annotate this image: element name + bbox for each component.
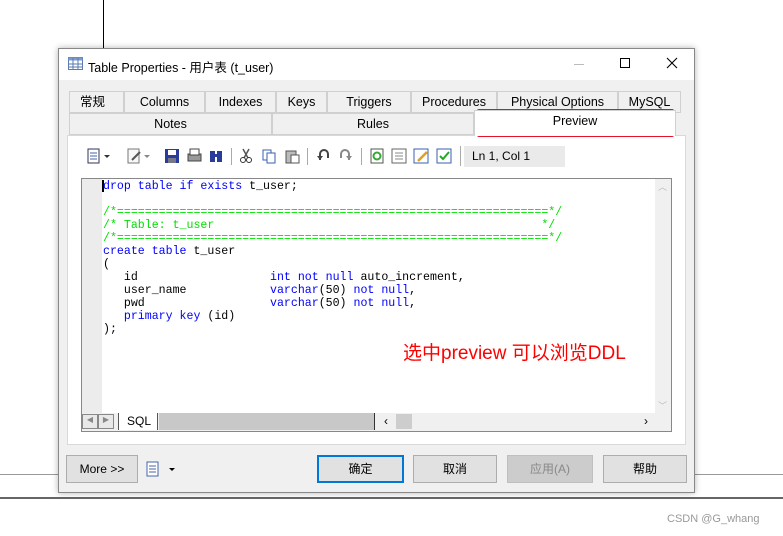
toolbar-separator bbox=[307, 148, 308, 165]
code-line: /*======================================… bbox=[103, 206, 562, 219]
tab-triggers[interactable]: Triggers bbox=[327, 91, 411, 113]
sql-text: ); bbox=[103, 323, 117, 336]
table-icon bbox=[68, 57, 83, 70]
code-line: id int not null auto_increment, bbox=[103, 271, 562, 284]
code-line: create table t_user bbox=[103, 245, 562, 258]
sql-text: (50) bbox=[318, 297, 354, 310]
background-divider bbox=[0, 497, 783, 499]
preview-options-icon bbox=[146, 461, 175, 477]
scroll-down-icon[interactable]: ﹀ bbox=[658, 399, 667, 412]
tab-indexes[interactable]: Indexes bbox=[205, 91, 276, 113]
code-line: primary key (id) bbox=[103, 310, 562, 323]
watermark: CSDN @G_whang bbox=[667, 513, 760, 525]
sql-comment: /*======================================… bbox=[103, 206, 563, 219]
vertical-scrollbar[interactable]: ︿ ﹀ bbox=[655, 179, 671, 413]
undo-icon[interactable] bbox=[315, 148, 331, 164]
preview-options-dropdown[interactable] bbox=[86, 148, 116, 164]
options-dropdown[interactable] bbox=[145, 461, 177, 477]
editor-bottom-bar: ◀ ▶ SQL ‹ › bbox=[82, 413, 671, 431]
scroll-up-icon[interactable]: ︿ bbox=[658, 180, 667, 193]
sql-text: t_user bbox=[193, 245, 236, 258]
toolbar-separator bbox=[231, 148, 232, 165]
sheet-tab-sql[interactable]: SQL bbox=[118, 413, 158, 430]
sql-text: ( bbox=[103, 258, 110, 271]
help-button[interactable]: 帮助 bbox=[603, 455, 687, 483]
sql-keyword: not null bbox=[353, 297, 410, 310]
sql-text: t_user; bbox=[249, 180, 298, 193]
sql-keyword: drop table if exists bbox=[103, 180, 243, 193]
sql-editor[interactable]: drop table if exists t_user; /*==========… bbox=[81, 178, 672, 432]
paste-icon[interactable] bbox=[284, 148, 300, 164]
tab-columns[interactable]: Columns bbox=[124, 91, 205, 113]
sql-text: (50) bbox=[318, 284, 354, 297]
horizontal-scroll-thumb[interactable] bbox=[396, 414, 412, 429]
sql-text: , bbox=[409, 297, 417, 310]
find-icon[interactable] bbox=[208, 148, 224, 164]
apply-button[interactable]: 应用(A) bbox=[507, 455, 593, 483]
code-line: ); bbox=[103, 323, 562, 336]
sql-text: id bbox=[103, 271, 270, 284]
sql-text: pwd bbox=[103, 297, 270, 310]
code-line: /*======================================… bbox=[103, 232, 562, 245]
close-button[interactable] bbox=[666, 57, 678, 69]
code-line: drop table if exists t_user; bbox=[103, 180, 562, 193]
code-line: pwd varchar(50) not null, bbox=[103, 297, 562, 310]
sql-keyword: varchar bbox=[269, 284, 319, 297]
sql-text: , bbox=[409, 284, 417, 297]
minimize-button[interactable] bbox=[574, 64, 584, 65]
tab-preview[interactable]: Preview bbox=[474, 110, 676, 136]
tab-常规[interactable]: 常规 bbox=[69, 91, 124, 113]
scroll-right-icon[interactable]: › bbox=[644, 414, 648, 428]
preview-options-icon bbox=[87, 148, 110, 164]
sql-code[interactable]: drop table if exists t_user; /*==========… bbox=[103, 180, 562, 336]
more-button[interactable]: More >> bbox=[66, 455, 138, 483]
sql-keyword: create table bbox=[103, 245, 187, 258]
annotation-text: 选中preview 可以浏览DDL bbox=[403, 343, 626, 364]
tab-keys[interactable]: Keys bbox=[276, 91, 327, 113]
sql-comment: /*======================================… bbox=[103, 232, 563, 245]
scroll-left-icon[interactable]: ‹ bbox=[384, 414, 388, 428]
edit-icon bbox=[127, 148, 150, 164]
title-bar: Table Properties - 用户表 (t_user) bbox=[59, 49, 694, 80]
edit-properties-icon[interactable] bbox=[413, 148, 429, 164]
sql-keyword: int not null bbox=[269, 271, 354, 284]
ok-button[interactable]: 确定 bbox=[317, 455, 404, 483]
code-line: ( bbox=[103, 258, 562, 271]
sheet-scroll-left-icon[interactable]: ◀ bbox=[82, 414, 98, 429]
code-line: user_name varchar(50) not null, bbox=[103, 284, 562, 297]
editor-gutter bbox=[82, 179, 102, 413]
code-line: /* Table: t_user */ bbox=[103, 219, 562, 232]
maximize-button[interactable] bbox=[620, 58, 630, 68]
sql-text: auto_increment, bbox=[353, 271, 465, 284]
copy-icon[interactable] bbox=[261, 148, 277, 164]
cut-icon[interactable] bbox=[238, 148, 254, 164]
sheet-tab-area bbox=[159, 413, 375, 430]
preview-panel: Ln 1, Col 1 drop table if exists t_user;… bbox=[67, 135, 686, 445]
sheet-scroll-right-icon[interactable]: ▶ bbox=[98, 414, 114, 429]
sql-keyword: varchar bbox=[269, 297, 319, 310]
tab-rules[interactable]: Rules bbox=[272, 113, 474, 135]
edit-dropdown[interactable] bbox=[126, 148, 156, 164]
tab-notes[interactable]: Notes bbox=[69, 113, 272, 135]
save-icon[interactable] bbox=[164, 148, 180, 164]
list-icon[interactable] bbox=[391, 148, 407, 164]
sql-text: (id) bbox=[200, 310, 236, 323]
cancel-button[interactable]: 取消 bbox=[413, 455, 497, 483]
print-icon[interactable] bbox=[186, 148, 202, 164]
window-title: Table Properties - 用户表 (t_user) bbox=[88, 61, 274, 75]
background-line bbox=[103, 0, 104, 48]
refresh-icon[interactable] bbox=[369, 148, 385, 164]
toolbar-separator bbox=[460, 146, 461, 166]
sql-keyword: primary key bbox=[123, 310, 201, 323]
sql-comment: /* Table: t_user */ bbox=[103, 219, 556, 232]
toolbar-separator bbox=[361, 148, 362, 165]
redo-icon[interactable] bbox=[338, 148, 354, 164]
check-icon[interactable] bbox=[436, 148, 452, 164]
sql-text: user_name bbox=[103, 284, 270, 297]
cursor-position-status: Ln 1, Col 1 bbox=[464, 146, 565, 167]
sql-keyword: not null bbox=[353, 284, 410, 297]
table-properties-dialog: Table Properties - 用户表 (t_user) Ln 1, Co… bbox=[58, 48, 695, 493]
